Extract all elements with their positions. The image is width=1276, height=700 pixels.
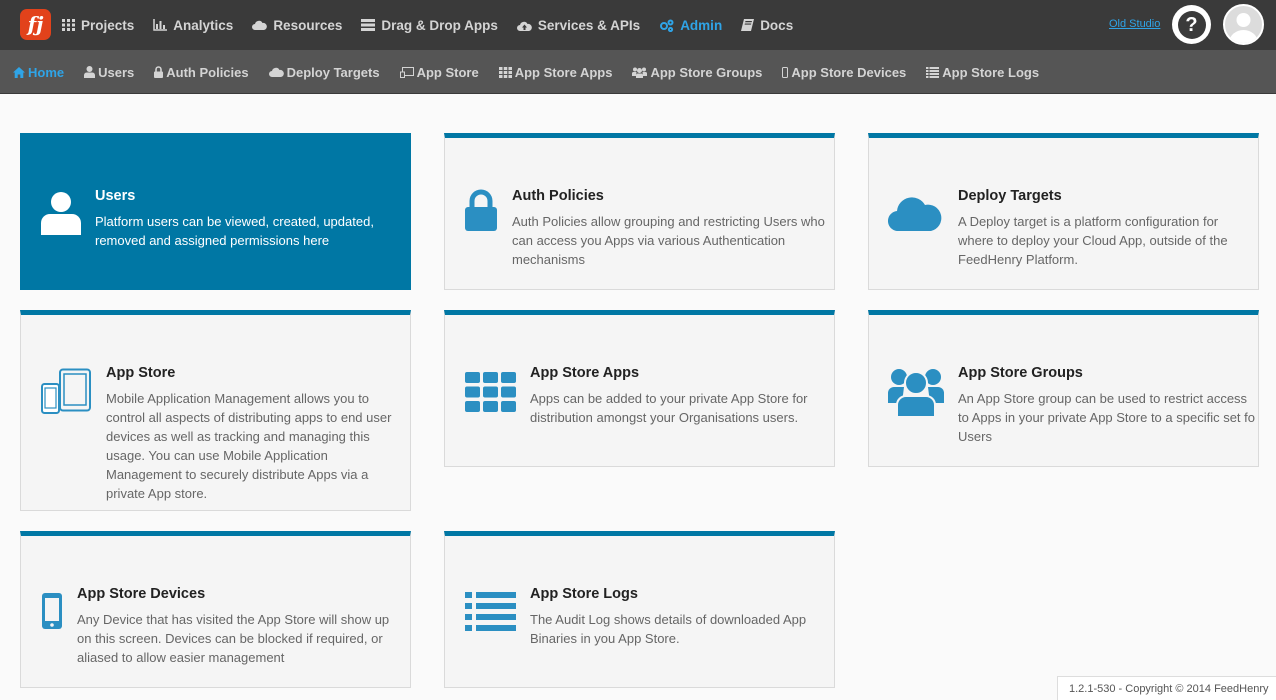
user-icon bbox=[84, 66, 96, 78]
tile-title: App Store bbox=[106, 365, 176, 381]
user-avatar[interactable] bbox=[1223, 4, 1264, 45]
tile-description: An App Store group can be used to restri… bbox=[958, 391, 1256, 444]
tile-deploy-targets[interactable]: Deploy Targets A Deploy target is a plat… bbox=[868, 133, 1259, 290]
subnav-app-store-logs-label: App Store Logs bbox=[942, 64, 1040, 80]
subnav-app-store-apps[interactable]: App Store Apps bbox=[498, 64, 613, 80]
tile-title: App Store Devices bbox=[77, 586, 206, 602]
subnav-home-label: Home bbox=[28, 64, 65, 80]
subnav-users[interactable]: Users bbox=[84, 65, 134, 80]
tile-users[interactable]: Users Platform users can be viewed, crea… bbox=[20, 133, 411, 290]
tile-description: Any Device that has visited the App Stor… bbox=[77, 612, 390, 665]
nav-projects[interactable]: Projects bbox=[62, 18, 134, 33]
nav-drag-drop-apps[interactable]: Drag & Drop Apps bbox=[361, 18, 498, 33]
nav-admin-label: Admin bbox=[680, 17, 723, 33]
mobile-icon bbox=[42, 593, 62, 629]
subnav-app-store-groups-label: App Store Groups bbox=[650, 64, 763, 80]
top-navbar: fj Projects Analytics Resources Drag & D… bbox=[0, 0, 1276, 50]
tile-description: Platform users can be viewed, created, u… bbox=[95, 214, 374, 248]
cogs-icon bbox=[660, 19, 674, 32]
nav-services-apis[interactable]: Services & APIs bbox=[516, 17, 641, 33]
version-footer: 1.2.1-530 - Copyright © 2014 FeedHenry bbox=[1057, 676, 1276, 700]
subnav-deploy-targets-label: Deploy Targets bbox=[286, 64, 380, 80]
nav-projects-label: Projects bbox=[81, 17, 135, 33]
home-icon bbox=[13, 66, 25, 78]
subnav-app-store[interactable]: App Store bbox=[399, 64, 479, 80]
nav-admin[interactable]: Admin bbox=[659, 18, 722, 33]
grid-icon bbox=[62, 19, 75, 31]
group-icon bbox=[888, 369, 944, 417]
mobile-icon bbox=[782, 66, 789, 78]
nav-drag-drop-apps-label: Drag & Drop Apps bbox=[381, 17, 498, 33]
tile-auth-policies[interactable]: Auth Policies Auth Policies allow groupi… bbox=[444, 133, 835, 290]
tile-title: Auth Policies bbox=[512, 188, 604, 204]
list-icon bbox=[926, 66, 940, 78]
lock-icon bbox=[154, 66, 164, 78]
cloud-upload-icon bbox=[516, 21, 532, 31]
subnav-home[interactable]: Home bbox=[13, 65, 64, 80]
question-icon: ? bbox=[1177, 10, 1206, 39]
tile-app-store[interactable]: App Store Mobile Application Management … bbox=[20, 310, 411, 511]
subnav-app-store-groups[interactable]: App Store Groups bbox=[632, 65, 762, 80]
hdd-icon bbox=[361, 19, 376, 31]
feedhenry-logo[interactable]: fj bbox=[20, 9, 51, 40]
avatar-silhouette-icon bbox=[1229, 13, 1258, 43]
th-icon bbox=[498, 66, 512, 78]
cloud-icon bbox=[268, 67, 284, 77]
subnav-app-store-devices[interactable]: App Store Devices bbox=[782, 65, 906, 80]
nav-analytics-label: Analytics bbox=[173, 17, 234, 33]
tile-title: Users bbox=[95, 188, 136, 204]
subnav-auth-policies[interactable]: Auth Policies bbox=[154, 64, 249, 80]
nav-resources-label: Resources bbox=[273, 17, 343, 33]
subnav-app-store-label: App Store bbox=[416, 64, 479, 80]
tile-description: A Deploy target is a platform configurat… bbox=[958, 214, 1228, 267]
th-icon bbox=[465, 372, 516, 412]
cloud-icon bbox=[252, 20, 268, 30]
tile-title: Deploy Targets bbox=[958, 188, 1062, 204]
subnav-auth-policies-label: Auth Policies bbox=[166, 64, 249, 80]
bar-chart-icon bbox=[153, 19, 168, 31]
nav-analytics[interactable]: Analytics bbox=[153, 18, 233, 33]
tile-app-store-logs[interactable]: App Store Logs The Audit Log shows detai… bbox=[444, 531, 835, 688]
tile-app-store-apps[interactable]: App Store Apps Apps can be added to your… bbox=[444, 310, 835, 467]
nav-docs-label: Docs bbox=[760, 17, 794, 33]
group-icon bbox=[632, 67, 648, 78]
list-icon bbox=[465, 592, 516, 631]
old-studio-link[interactable]: Old Studio bbox=[1109, 18, 1160, 30]
nav-docs[interactable]: Docs bbox=[741, 18, 793, 33]
devices-icon bbox=[41, 368, 91, 414]
tile-title: App Store Groups bbox=[958, 365, 1083, 381]
nav-resources[interactable]: Resources bbox=[252, 18, 342, 33]
subnav-deploy-targets[interactable]: Deploy Targets bbox=[268, 64, 380, 80]
tablet-icon bbox=[399, 66, 414, 78]
user-icon bbox=[41, 192, 81, 235]
subnav-app-store-logs[interactable]: App Store Logs bbox=[926, 65, 1039, 80]
tile-description: Apps can be added to your private App St… bbox=[530, 391, 808, 425]
subnav-app-store-devices-label: App Store Devices bbox=[791, 64, 907, 80]
main-nav: Projects Analytics Resources Drag & Drop… bbox=[62, 0, 812, 50]
tile-title: App Store Apps bbox=[530, 365, 640, 381]
lock-icon bbox=[465, 189, 497, 231]
tile-title: App Store Logs bbox=[530, 586, 638, 602]
admin-subnav: Home Users Auth Policies Deploy Targets … bbox=[0, 50, 1276, 94]
tile-description: The Audit Log shows details of downloade… bbox=[530, 612, 807, 646]
cloud-icon bbox=[888, 197, 942, 231]
subnav-users-label: Users bbox=[98, 64, 135, 80]
tile-app-store-devices[interactable]: App Store Devices Any Device that has vi… bbox=[20, 531, 411, 688]
book-icon bbox=[741, 19, 755, 31]
tile-description: Mobile Application Management allows you… bbox=[106, 391, 392, 501]
help-button[interactable]: ? bbox=[1172, 5, 1211, 44]
subnav-app-store-apps-label: App Store Apps bbox=[514, 64, 613, 80]
tile-description: Auth Policies allow grouping and restric… bbox=[512, 214, 825, 267]
tile-app-store-groups[interactable]: App Store Groups An App Store group can … bbox=[868, 310, 1259, 467]
nav-services-apis-label: Services & APIs bbox=[537, 17, 641, 33]
